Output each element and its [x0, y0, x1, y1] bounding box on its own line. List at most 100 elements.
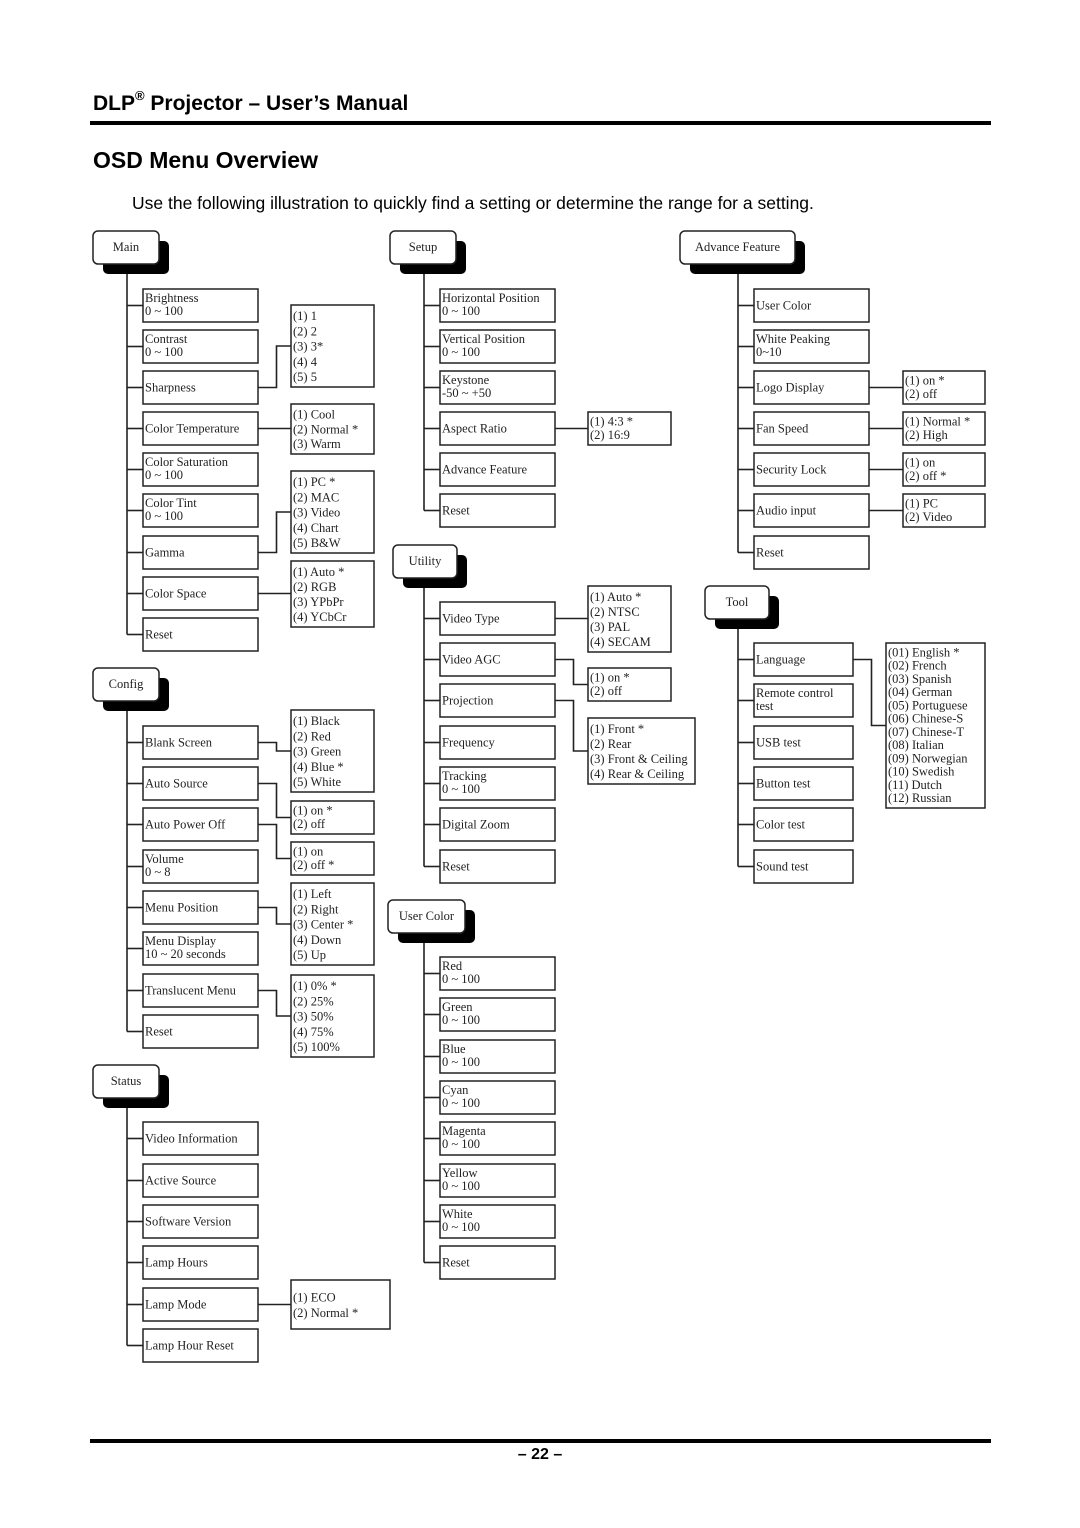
- option-value: (1) on: [905, 456, 936, 470]
- menu-item: Contrast0 ~ 100: [127, 329, 259, 364]
- option-value: (2) off *: [905, 469, 946, 483]
- menu-item-label: Sound test: [756, 860, 809, 874]
- option-value: (4) 75%: [293, 1025, 334, 1039]
- menu-item-label: Cyan: [442, 1083, 469, 1097]
- option-value: (2) Red: [293, 729, 332, 743]
- connector-line: [555, 658, 588, 686]
- menu-item-range: 0 ~ 100: [442, 1220, 480, 1234]
- menu-item: Color test: [738, 807, 854, 842]
- option-value: (4) Chart: [293, 521, 339, 535]
- option-value: (2) Normal *: [293, 1306, 358, 1320]
- connector-line: [258, 906, 291, 925]
- menu-item: Lamp Hours: [127, 1245, 259, 1280]
- menu-item-label: Projection: [442, 694, 494, 708]
- option-value: (03) Spanish: [888, 672, 952, 686]
- menu-item-range: 0 ~ 100: [145, 509, 183, 523]
- options-box: (1) Front *(2) Rear(3) Front & Ceiling(4…: [555, 699, 696, 785]
- options-box: (1) 4:3 *(2) 16:9: [555, 411, 672, 446]
- options-box: (1) Auto *(2) NTSC(3) PAL(4) SECAM: [555, 585, 672, 653]
- options-frame: [290, 1279, 391, 1330]
- menu-item-range: 0 ~ 100: [442, 345, 480, 359]
- menu-utility: Utility Video Type (1) Auto *(2) NTSC(3) P…: [392, 544, 696, 884]
- menu-item: Brightness0 ~ 100: [127, 288, 259, 323]
- option-value: (1) ECO: [293, 1291, 336, 1305]
- option-value: (1) 0% *: [293, 979, 337, 993]
- menu-item-range: test: [756, 699, 774, 713]
- option-value: (10) Swedish: [888, 765, 955, 779]
- option-value: (1) on: [293, 845, 324, 859]
- menu-item-range: 0~10: [756, 345, 782, 359]
- menu-header-title: Utility: [409, 554, 442, 568]
- menu-item: Active Source: [127, 1163, 259, 1198]
- menu-item-label: Security Lock: [756, 463, 827, 477]
- option-value: (2) Normal *: [293, 422, 358, 436]
- menu-item: Software Version: [127, 1204, 259, 1239]
- option-value: (3) 50%: [293, 1010, 334, 1024]
- option-value: (3) Front & Ceiling: [590, 752, 688, 766]
- menu-item: Aspect Ratio (1) 4:3 *(2) 16:9: [424, 411, 672, 446]
- menu-header-title: Status: [111, 1074, 142, 1088]
- option-value: (1) Cool: [293, 408, 336, 422]
- menu-item-label: Color Space: [145, 587, 207, 601]
- option-value: (05) Portuguese: [888, 698, 968, 712]
- menu-item-label: Gamma: [145, 546, 185, 560]
- menu-item-label: Menu Position: [145, 901, 219, 915]
- menu-item-label: Color test: [756, 818, 805, 832]
- option-value: (02) French: [888, 659, 947, 673]
- options-box: (1) Left(2) Right (3) Center *(4) Down(5)…: [258, 882, 375, 966]
- option-value: (5) Up: [293, 948, 326, 962]
- menu-item-label: Lamp Hours: [145, 1256, 208, 1270]
- connector-line: [258, 823, 291, 860]
- menu-item-label: Tracking: [442, 769, 487, 783]
- menu-item-label: Video Information: [145, 1132, 238, 1146]
- menu-item-label: White: [442, 1207, 473, 1221]
- menu-item: Yellow0 ~ 100: [424, 1163, 556, 1198]
- option-value: (1) on *: [905, 374, 945, 388]
- menu-header-title: Config: [109, 677, 144, 691]
- menu-item-label: Reset: [442, 1256, 470, 1270]
- option-value: (3) PAL: [590, 620, 630, 634]
- menu-item: Logo Display (1) on *(2) off: [738, 370, 986, 405]
- option-value: (3) Center *: [293, 918, 353, 932]
- menu-item-label: Video Type: [442, 612, 500, 626]
- menu-item: Cyan0 ~ 100: [424, 1080, 556, 1115]
- menu-item: Reset: [424, 493, 556, 528]
- menu-item: Digital Zoom: [424, 807, 556, 842]
- menu-user-color: User ColorRed0 ~ 100Green0 ~ 100Blue0 ~ …: [387, 899, 556, 1280]
- menu-item-label: Frequency: [442, 736, 496, 750]
- menu-header-title: Main: [113, 240, 140, 254]
- menu-item-label: Active Source: [145, 1174, 217, 1188]
- option-value: (2) off: [293, 817, 326, 831]
- menu-main: MainBrightness0 ~ 100Contrast0 ~ 100Shar…: [92, 230, 375, 652]
- option-value: (1) Auto *: [590, 590, 641, 604]
- menu-item: Lamp Mode (1) ECO(2) Normal *: [127, 1279, 391, 1330]
- option-value: (4) Down: [293, 933, 342, 947]
- option-value: (1) Left: [293, 887, 332, 901]
- options-box: (1) on(2) off *: [869, 452, 986, 487]
- option-value: (2) NTSC: [590, 605, 640, 619]
- menu-item: Security Lock (1) on(2) off *: [738, 452, 986, 487]
- menu-item-label: Auto Power Off: [145, 818, 226, 832]
- options-box: (1) PC(2) Video: [869, 493, 986, 528]
- menu-item: Remote controltest: [738, 683, 854, 718]
- option-value: (1) Front *: [590, 722, 644, 736]
- option-value: (2) Video: [905, 510, 952, 524]
- option-value: (07) Chinese-T: [888, 725, 964, 739]
- menu-item: Reset: [738, 535, 870, 570]
- menu-item-label: Video AGC: [442, 653, 501, 667]
- option-value: (5) B&W: [293, 536, 341, 550]
- menu-advance-feature: Advance Feature User Color White Peaking0~…: [679, 230, 986, 570]
- option-value: (2) 25%: [293, 994, 334, 1008]
- menu-setup: SetupHorizontal Position0 ~ 100Vertical …: [389, 230, 672, 528]
- menu-item: Color Saturation0 ~ 100: [127, 452, 259, 487]
- menu-item: Reset: [127, 1014, 259, 1049]
- menu-item-label: Audio input: [756, 504, 817, 518]
- menu-item: Tracking0 ~ 100: [424, 766, 556, 801]
- menu-item-label: Language: [756, 653, 806, 667]
- option-value: (1) Normal *: [905, 415, 970, 429]
- menu-item: Audio input (1) PC(2) Video: [738, 493, 986, 528]
- options-box: (1) Auto *(2) RGB(3) YPbPr(4) YCbCr: [258, 560, 375, 628]
- connector-line: [258, 989, 291, 1017]
- menu-item-range: 0 ~ 100: [145, 345, 183, 359]
- option-value: (4) SECAM: [590, 635, 651, 649]
